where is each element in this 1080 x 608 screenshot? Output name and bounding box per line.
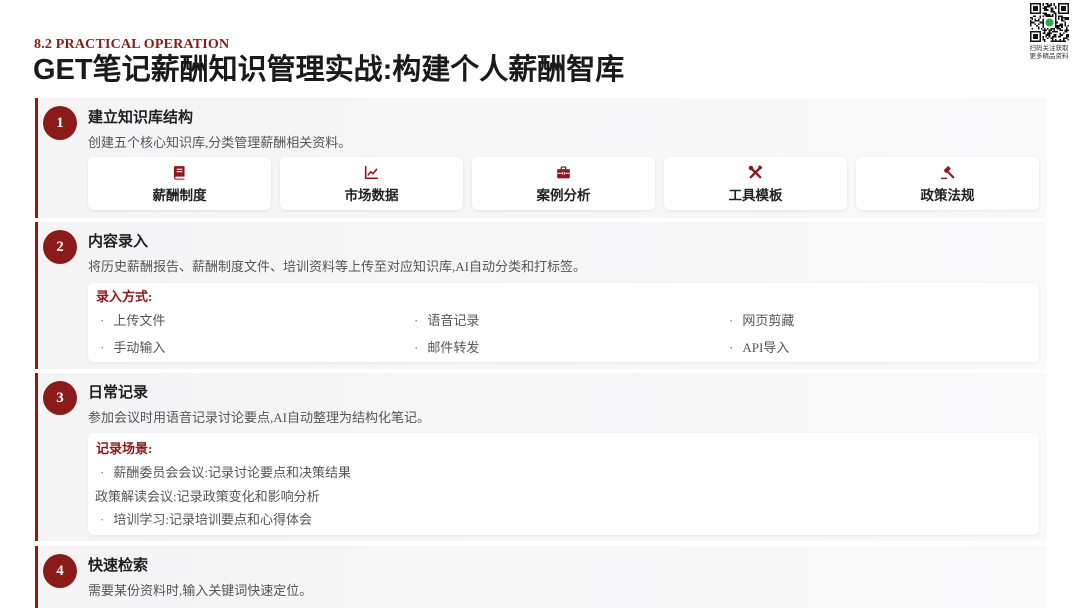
- book-icon: [172, 165, 187, 180]
- chart-line-icon: [364, 165, 379, 180]
- step-card-3: 3 日常记录 参加会议时用语音记录讨论要点,AI自动整理为结构化笔记。 记录场景…: [35, 373, 1047, 541]
- step-description: 将历史薪酬报告、薪酬制度文件、培训资料等上传至对应知识库,AI自动分类和打标签。: [88, 259, 586, 274]
- library-tile-case-analysis: 案例分析: [472, 157, 655, 210]
- tools-icon: [748, 165, 763, 180]
- step-card-1: 1 建立知识库结构 创建五个核心知识库,分类管理薪酬相关资料。 薪酬制度 市场数…: [35, 98, 1047, 218]
- qr-code: [1029, 3, 1069, 42]
- library-tile-label: 薪酬制度: [152, 188, 207, 203]
- library-tile-label: 工具模板: [728, 188, 783, 203]
- step-description: 参加会议时用语音记录讨论要点,AI自动整理为结构化笔记。: [88, 410, 430, 425]
- step-title: 日常记录: [88, 385, 149, 401]
- briefcase-icon: [556, 165, 571, 180]
- step-number-badge: 4: [43, 554, 77, 588]
- step-title: 建立知识库结构: [88, 110, 194, 126]
- input-methods-panel: 录入方式: 上传文件 语音记录 网页剪藏 手动输入 邮件转发 API导入: [88, 283, 1039, 362]
- section-kicker: 8.2 PRACTICAL OPERATION: [34, 37, 230, 52]
- step-card-2: 2 内容录入 将历史薪酬报告、薪酬制度文件、培训资料等上传至对应知识库,AI自动…: [35, 222, 1047, 369]
- qr-caption-line1: 扫码关注获取: [1029, 45, 1069, 52]
- gavel-icon: [940, 165, 955, 180]
- qr-logo: [1044, 18, 1054, 27]
- qr-caption-line2: 更多精品资料: [1029, 53, 1069, 60]
- step-title: 快速检索: [88, 558, 149, 574]
- record-scenes-list: 薪酬委员会会议:记录讨论要点和决策结果 政策解读会议:记录政策变化和影响分析 培…: [95, 465, 351, 536]
- library-tile-label: 市场数据: [344, 188, 399, 203]
- list-item: 手动输入: [100, 340, 414, 356]
- panel-label: 录入方式:: [96, 289, 153, 304]
- step-card-4: 4 快速检索 需要某份资料时,输入关键词快速定位。: [35, 546, 1047, 608]
- library-tile-tool-templates: 工具模板: [664, 157, 847, 210]
- library-tile-label: 案例分析: [536, 188, 591, 203]
- step-description: 需要某份资料时,输入关键词快速定位。: [88, 583, 313, 598]
- step-number-badge: 1: [43, 106, 77, 140]
- list-item: 培训学习:记录培训要点和心得体会: [100, 512, 351, 528]
- library-tile-market-data: 市场数据: [280, 157, 463, 210]
- library-tile-policies-regulations: 政策法规: [856, 157, 1039, 210]
- record-scenes-panel: 记录场景: 薪酬委员会会议:记录讨论要点和决策结果 政策解读会议:记录政策变化和…: [88, 433, 1039, 535]
- list-item: 上传文件: [100, 313, 414, 329]
- library-tile-label: 政策法规: [920, 188, 975, 203]
- page-title: GET笔记薪酬知识管理实战:构建个人薪酬智库: [33, 54, 625, 86]
- list-item: 邮件转发: [414, 340, 729, 356]
- list-item: 薪酬委员会会议:记录讨论要点和决策结果: [100, 465, 351, 481]
- step-title: 内容录入: [88, 234, 149, 250]
- step-number-badge: 2: [43, 230, 77, 264]
- panel-label: 记录场景:: [96, 441, 153, 456]
- library-tile-salary-system: 薪酬制度: [88, 157, 271, 210]
- step-number-badge: 3: [43, 381, 77, 415]
- step-description: 创建五个核心知识库,分类管理薪酬相关资料。: [88, 135, 352, 150]
- list-item: 网页剪藏: [729, 313, 1029, 329]
- list-item: API导入: [729, 340, 1029, 356]
- list-item: 政策解读会议:记录政策变化和影响分析: [95, 488, 320, 504]
- qr-block: 扫码关注获取 更多精品资料: [1024, 3, 1074, 61]
- list-item: 语音记录: [414, 313, 729, 329]
- input-methods-list: 上传文件 语音记录 网页剪藏 手动输入 邮件转发 API导入: [100, 313, 1029, 356]
- knowledge-library-tiles: 薪酬制度 市场数据 案例分析 工具模板 政策法规: [88, 157, 1039, 210]
